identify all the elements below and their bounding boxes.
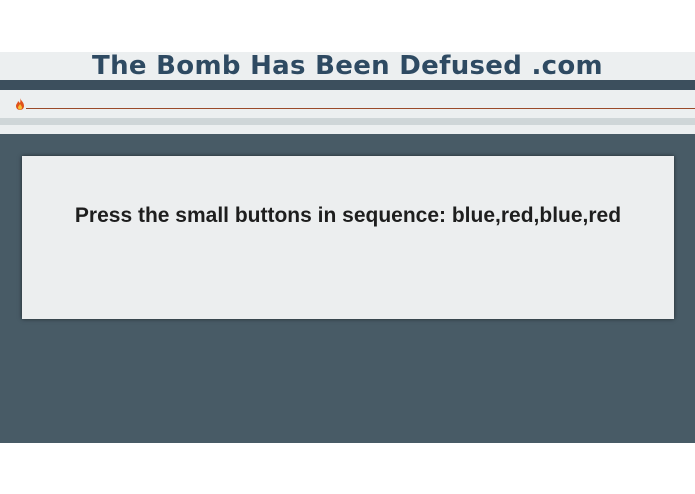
instruction-card: Press the small buttons in sequence: blu… xyxy=(22,156,674,319)
fuse-bar xyxy=(0,90,695,118)
page: The Bomb Has Been Defused .com Press the… xyxy=(0,0,695,494)
main-area: Press the small buttons in sequence: blu… xyxy=(0,134,695,443)
nav-band xyxy=(0,118,695,125)
flame-icon xyxy=(15,97,25,110)
header-divider xyxy=(0,80,695,90)
instruction-text: Press the small buttons in sequence: blu… xyxy=(74,204,622,227)
fuse-line xyxy=(26,108,695,109)
site-header: The Bomb Has Been Defused .com xyxy=(0,52,695,80)
site-title[interactable]: The Bomb Has Been Defused .com xyxy=(92,52,603,80)
nav-band-lower xyxy=(0,125,695,134)
